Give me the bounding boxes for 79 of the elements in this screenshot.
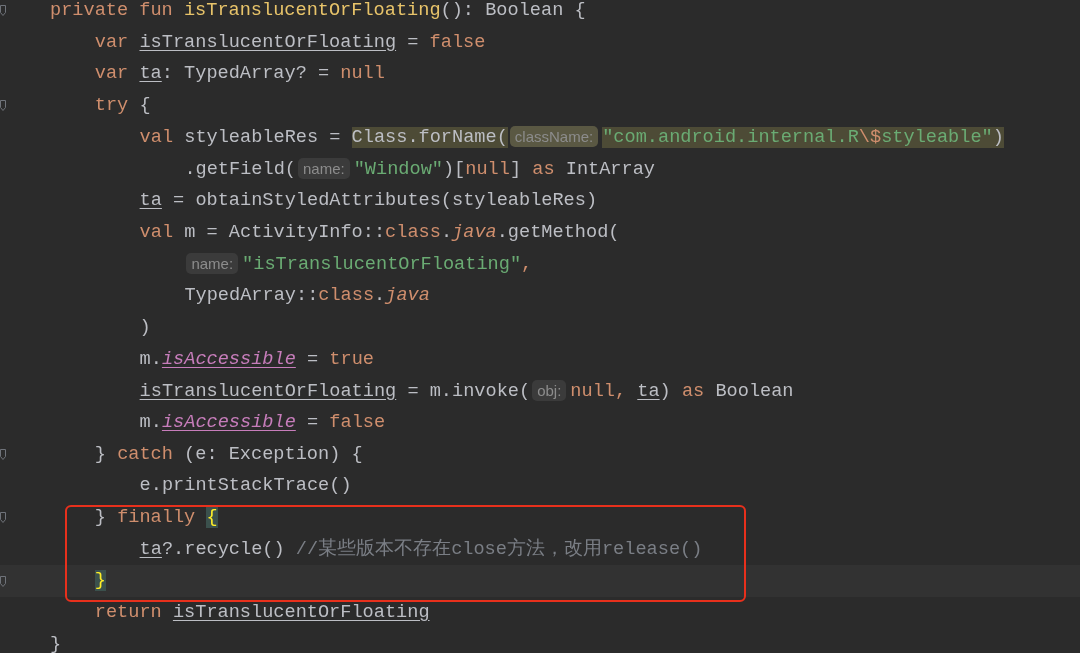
- keyword: class: [385, 221, 441, 243]
- code-text: }: [50, 633, 62, 653]
- code-text: : TypedArray? =: [161, 63, 331, 85]
- keyword: null,: [570, 380, 628, 402]
- keyword: try: [94, 95, 129, 117]
- code-text: .: [374, 285, 386, 307]
- keyword: as: [532, 158, 555, 180]
- code-text: = m.invoke(: [406, 380, 531, 402]
- keyword: null: [465, 158, 510, 180]
- keyword: finally: [117, 507, 197, 528]
- keyword: ,: [521, 254, 533, 275]
- keyword: false: [329, 411, 386, 433]
- code-text: ): [659, 380, 672, 402]
- code-text: ): [992, 127, 1004, 149]
- parameter-hint: name:: [186, 253, 239, 274]
- keyword: private fun: [50, 0, 174, 21]
- variable-name: isTranslucentOrFloating: [139, 31, 397, 53]
- code-text: Class.forName(: [351, 127, 508, 149]
- variable-name: ta: [139, 63, 162, 85]
- keyword: var: [94, 31, 130, 53]
- parameter-hint: className:: [509, 126, 599, 148]
- code-text: =: [306, 348, 320, 370]
- code-comment: //某些版本不存在close方法，改用release(): [295, 538, 703, 560]
- code-text: (e: Exception) {: [183, 443, 363, 465]
- code-text: .getField(: [184, 158, 296, 180]
- fold-icon[interactable]: [0, 575, 7, 587]
- variable-name: ta: [139, 190, 162, 212]
- variable-name: isTranslucentOrFloating: [172, 602, 430, 624]
- code-text: TypedArray::: [184, 285, 319, 307]
- keyword: java: [452, 221, 497, 243]
- string-literal: "com.android.internal.R: [602, 127, 859, 149]
- parameter-hint: obj:: [532, 379, 567, 401]
- keyword: return: [94, 602, 163, 624]
- code-text: (): Boolean {: [440, 0, 586, 21]
- property-name: isAccessible: [161, 411, 296, 433]
- code-text: styleableRes =: [184, 127, 342, 149]
- code-text: =: [306, 411, 320, 433]
- property-name: isAccessible: [161, 348, 296, 370]
- keyword: catch: [117, 443, 173, 465]
- matched-brace: {: [206, 507, 218, 528]
- code-text: .getMethod(: [496, 221, 620, 243]
- variable-name: ta: [637, 380, 660, 402]
- code-text: =: [406, 31, 420, 53]
- variable-name: ta: [139, 538, 162, 560]
- keyword: null: [340, 63, 385, 85]
- code-text: }: [94, 507, 107, 528]
- code-text: {: [138, 95, 151, 117]
- code-text: ]: [509, 158, 523, 180]
- code-text: m.: [139, 348, 162, 370]
- code-text: ?.recycle(): [161, 538, 286, 560]
- parameter-hint: name:: [298, 157, 350, 179]
- string-literal: styleable": [881, 127, 993, 149]
- code-text: m = ActivityInfo::: [184, 221, 386, 243]
- variable-name: isTranslucentOrFloating: [139, 380, 397, 402]
- keyword: false: [429, 31, 486, 53]
- code-text: = obtainStyledAttributes(styleableRes): [172, 190, 598, 212]
- keyword: var: [94, 63, 130, 85]
- escape-sequence: \$: [858, 127, 882, 149]
- keyword: java: [385, 285, 430, 307]
- function-name: isTranslucentOrFloating: [183, 0, 441, 21]
- fold-icon[interactable]: [0, 512, 7, 524]
- code-text: )[: [442, 158, 466, 180]
- keyword: class: [318, 285, 375, 307]
- code-text: }: [94, 443, 107, 465]
- matched-brace: }: [94, 570, 106, 592]
- code-text: Boolean: [714, 380, 794, 402]
- fold-icon[interactable]: [0, 5, 7, 17]
- keyword: true: [329, 348, 374, 370]
- string-literal: "Window": [353, 158, 443, 180]
- code-text: m.: [139, 411, 162, 433]
- fold-icon[interactable]: [0, 100, 7, 112]
- code-text: ): [139, 316, 151, 338]
- keyword: val: [139, 127, 175, 149]
- code-text: e.printStackTrace(): [139, 475, 352, 497]
- keyword: as: [681, 380, 705, 402]
- fold-icon[interactable]: [0, 448, 7, 460]
- string-literal: "isTranslucentOrFloating": [242, 254, 522, 275]
- code-text: IntArray: [564, 158, 655, 180]
- keyword: val: [139, 221, 175, 243]
